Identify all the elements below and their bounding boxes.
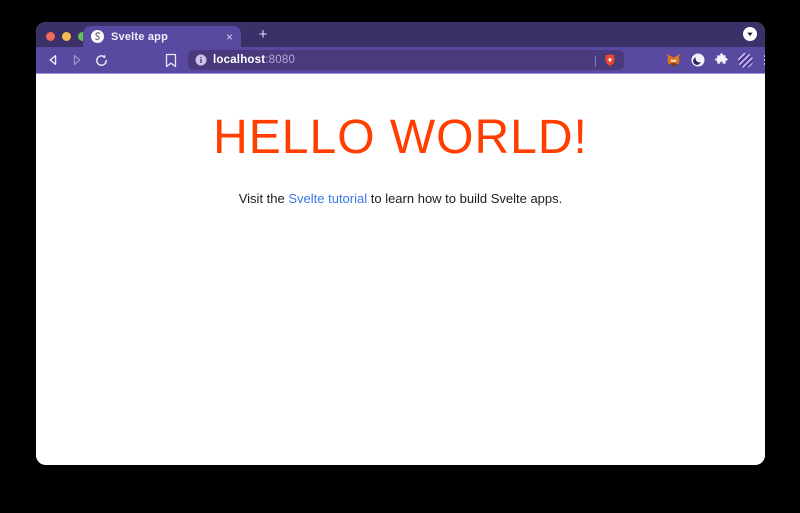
forward-arrow-icon	[73, 54, 81, 66]
brave-shields-button[interactable]	[603, 53, 617, 68]
brave-shield-icon	[605, 53, 615, 66]
reload-button[interactable]	[94, 52, 109, 68]
page-content: HELLO WORLD! Visit the Svelte tutorial t…	[36, 74, 765, 464]
paragraph-prefix: Visit the	[238, 191, 289, 207]
forward-button[interactable]	[70, 52, 84, 68]
tab-search-button[interactable]	[743, 27, 757, 41]
bookmark-icon	[165, 53, 177, 67]
main-menu-button[interactable]	[764, 55, 765, 65]
svelte-tutorial-link[interactable]: Svelte tutorial	[288, 191, 367, 206]
back-button[interactable]	[46, 52, 60, 68]
new-tab-button[interactable]: +	[252, 25, 274, 45]
dark-mode-extension-button[interactable]	[690, 53, 705, 68]
reload-icon	[96, 54, 107, 66]
paragraph-suffix: to learn how to build Svelte apps.	[367, 191, 563, 207]
navigation-toolbar: localhost:8080 |	[36, 47, 765, 74]
urlbar-separator: |	[593, 53, 597, 67]
hamburger-icon	[764, 63, 765, 65]
tab-bar: Svelte app × +	[36, 22, 765, 47]
browser-window: Svelte app × + localhost:8080 | HELLO WO…	[36, 22, 765, 465]
tab-title: Svelte app	[111, 30, 169, 43]
tab-close-icon[interactable]: ×	[226, 31, 233, 43]
profile-avatar[interactable]	[738, 52, 753, 68]
page-title: HELLO WORLD!	[213, 111, 588, 164]
chevron-down-icon	[747, 32, 753, 36]
url-text: localhost:8080	[213, 54, 588, 66]
traffic-lights	[46, 31, 87, 41]
site-info-icon[interactable]	[195, 54, 207, 66]
puzzle-piece-icon	[714, 53, 728, 64]
extensions-button[interactable]	[714, 53, 729, 68]
bookmark-button[interactable]	[165, 52, 177, 68]
minimize-window-button[interactable]	[62, 31, 71, 41]
intro-paragraph: Visit the Svelte tutorial to learn how t…	[36, 191, 765, 206]
svelte-favicon-icon	[91, 30, 104, 43]
hamburger-icon	[764, 59, 765, 61]
close-window-button[interactable]	[46, 31, 55, 41]
tab-svelte-app[interactable]: Svelte app ×	[83, 26, 241, 47]
address-bar[interactable]: localhost:8080 |	[188, 50, 624, 70]
extensions-area	[666, 52, 765, 68]
moon-circle-icon	[691, 53, 704, 67]
hamburger-icon	[764, 55, 765, 57]
metamask-fox-icon	[666, 53, 681, 67]
url-host: localhost	[213, 54, 266, 66]
url-port: :8080	[265, 54, 296, 66]
metamask-extension-button[interactable]	[666, 53, 681, 68]
back-arrow-icon	[49, 54, 57, 66]
